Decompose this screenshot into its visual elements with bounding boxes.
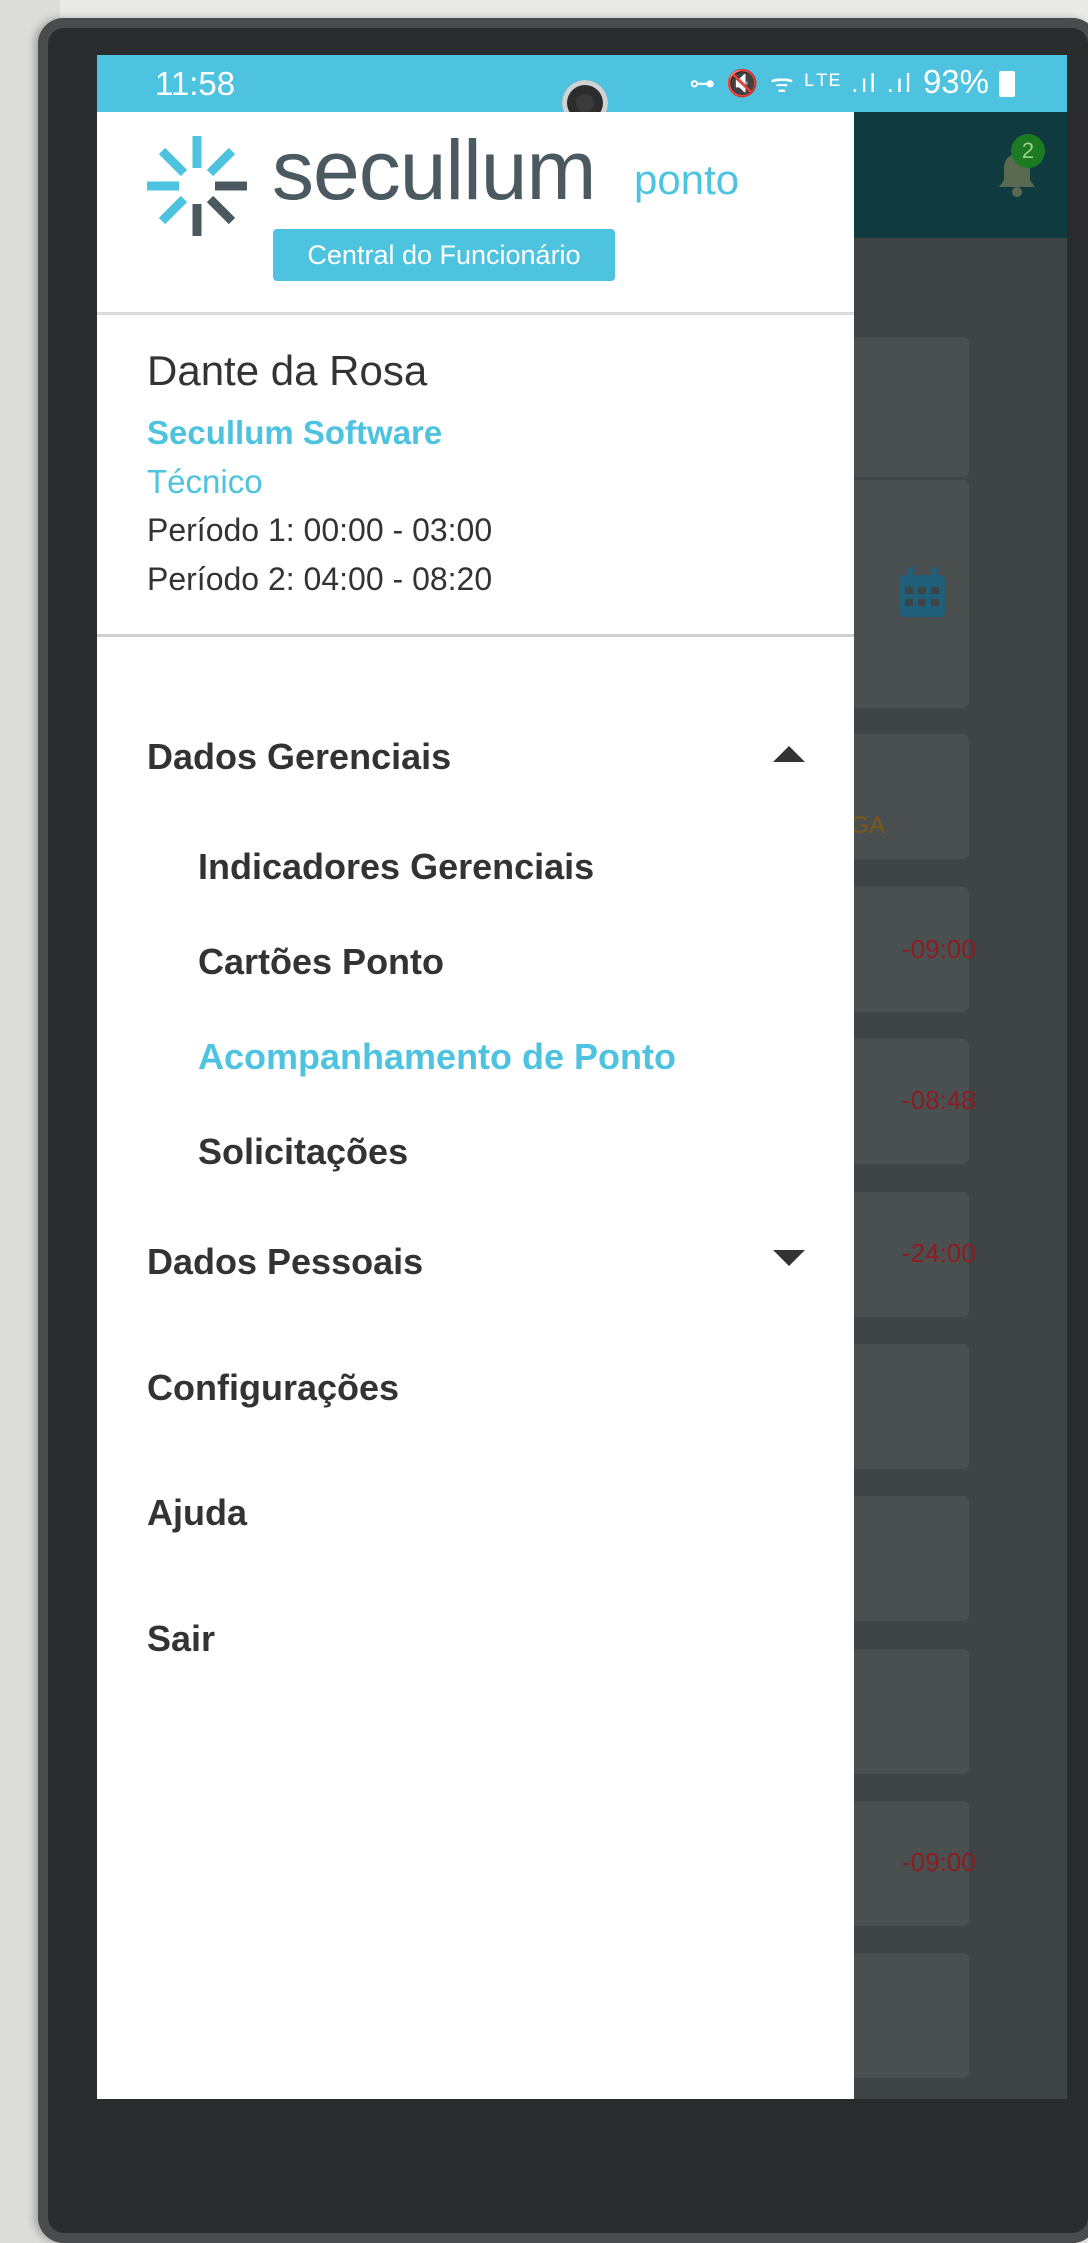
background-value: -24:00 — [902, 1238, 976, 1268]
menu-dados-gerenciais[interactable]: Dados Gerenciais — [147, 736, 451, 778]
status-time: 11:58 — [155, 65, 236, 102]
status-icons: ⊶ 🔇 ᯤ ᴸᵀᴱ .ıl .ıl — [689, 68, 913, 98]
menu-dados-pessoais[interactable]: Dados Pessoais — [147, 1241, 423, 1283]
menu-ajuda[interactable]: Ajuda — [147, 1492, 247, 1534]
status-indicators: ⊶ 🔇 ᯤ ᴸᵀᴱ .ıl .ıl 93% — [689, 63, 1015, 101]
user-info: Dante da Rosa Secullum Software Técnico … — [97, 315, 854, 637]
navigation-drawer: secullum ponto Central do Funcionário Da… — [97, 112, 854, 2099]
background-value: -09:00 — [902, 934, 976, 964]
submenu-solicitacoes[interactable]: Solicitações — [198, 1131, 408, 1173]
user-period-2: Período 2: 04:00 - 08:20 — [147, 561, 493, 597]
chevron-down-icon[interactable] — [773, 1250, 805, 1266]
user-period-1: Período 1: 00:00 - 03:00 — [147, 512, 493, 548]
phone-screen: 2 LGA -09:00 -08:48 -24:00 -09:00 11:58 — [97, 55, 1067, 2099]
submenu-indicadores-gerenciais[interactable]: Indicadores Gerenciais — [198, 846, 594, 888]
user-name: Dante da Rosa — [147, 347, 428, 394]
user-company: Secullum Software — [147, 414, 443, 451]
notification-badge: 2 — [1011, 134, 1045, 168]
chevron-up-icon[interactable] — [773, 746, 805, 762]
logo-brand: secullum — [272, 123, 596, 217]
battery-percent: 93% — [922, 63, 989, 100]
submenu-acompanhamento-de-ponto[interactable]: Acompanhamento de Ponto — [198, 1036, 676, 1078]
background-value: -08:48 — [902, 1085, 976, 1115]
background-value: -09:00 — [902, 1847, 976, 1877]
secullum-logo-icon — [147, 136, 247, 236]
logo-product: ponto — [634, 156, 740, 203]
calendar-icon — [899, 567, 945, 617]
menu-configuracoes[interactable]: Configurações — [147, 1367, 399, 1409]
user-role: Técnico — [147, 463, 263, 500]
submenu-cartoes-ponto[interactable]: Cartões Ponto — [198, 941, 444, 983]
drawer-header-logo: secullum ponto Central do Funcionário — [97, 112, 854, 315]
logo-subtitle: Central do Funcionário — [273, 229, 615, 281]
battery-icon — [999, 71, 1015, 97]
menu-sair[interactable]: Sair — [147, 1618, 215, 1660]
